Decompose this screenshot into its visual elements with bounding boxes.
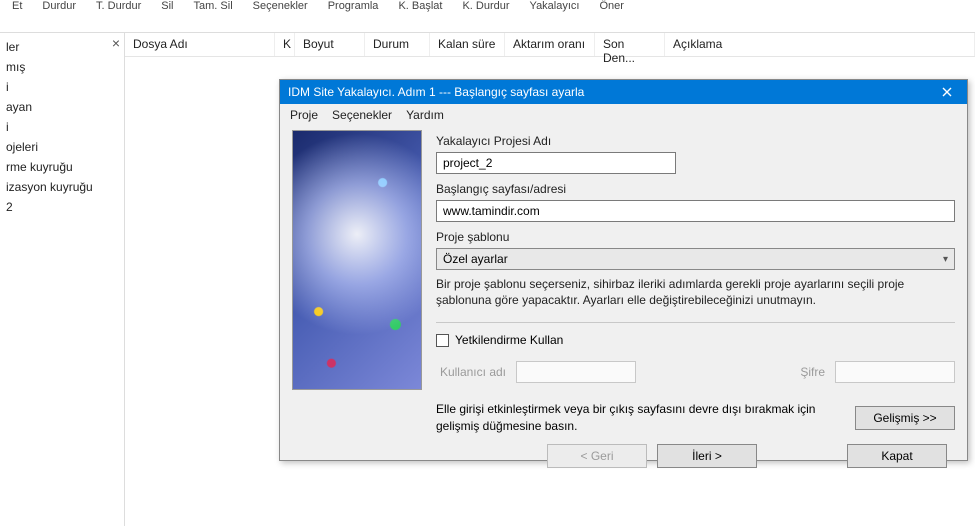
col-filename[interactable]: Dosya Adı	[125, 33, 275, 56]
template-hint: Bir proje şablonu seçerseniz, sihirbaz i…	[436, 276, 955, 308]
toolbar-item[interactable]: Seçenekler	[245, 0, 316, 12]
col-size[interactable]: Boyut	[295, 33, 365, 56]
dialog-footer: < Geri İleri > Kapat	[280, 434, 967, 482]
menu-options[interactable]: Seçenekler	[332, 108, 392, 122]
close-button[interactable]: Kapat	[847, 444, 947, 468]
sidebar-item[interactable]: mış	[0, 57, 124, 77]
dialog-titlebar[interactable]: IDM Site Yakalayıcı. Adım 1 --- Başlangı…	[280, 80, 967, 104]
advanced-button[interactable]: Gelişmiş >>	[855, 406, 955, 430]
col-last[interactable]: Son Den...	[595, 33, 665, 56]
project-name-label: Yakalayıcı Projesi Adı	[436, 134, 955, 148]
toolbar-item[interactable]: Et	[4, 0, 30, 12]
toolbar-item[interactable]: T. Durdur	[88, 0, 149, 12]
sidebar-item[interactable]: ojeleri	[0, 137, 124, 157]
toolbar-item[interactable]: Yakalayıcı	[522, 0, 588, 12]
sidebar-item[interactable]: i	[0, 77, 124, 97]
sidebar-item[interactable]: izasyon kuyruğu	[0, 177, 124, 197]
wizard-illustration	[292, 130, 422, 390]
main-toolbar: Et Durdur T. Durdur Sil Tam. Sil Seçenek…	[0, 0, 975, 33]
column-headers: Dosya Adı K Boyut Durum Kalan süre Aktar…	[125, 33, 975, 57]
dialog-menubar: Proje Seçenekler Yardım	[280, 104, 967, 126]
toolbar-item[interactable]: Öner	[591, 0, 631, 12]
dialog-title: IDM Site Yakalayıcı. Adım 1 --- Başlangı…	[288, 85, 927, 99]
col-k[interactable]: K	[275, 33, 295, 56]
category-sidebar: × ler mış i ayan i ojeleri rme kuyruğu i…	[0, 33, 125, 526]
toolbar-item[interactable]: K. Başlat	[390, 0, 450, 12]
username-input	[516, 361, 636, 383]
chevron-down-icon: ▾	[943, 254, 948, 265]
next-button[interactable]: İleri >	[657, 444, 757, 468]
template-value: Özel ayarlar	[443, 252, 508, 266]
close-icon[interactable]: ×	[112, 35, 120, 51]
grabber-wizard-dialog: IDM Site Yakalayıcı. Adım 1 --- Başlangı…	[279, 79, 968, 461]
toolbar-item[interactable]: K. Durdur	[454, 0, 517, 12]
password-input	[835, 361, 955, 383]
sidebar-item[interactable]: ayan	[0, 97, 124, 117]
sidebar-item[interactable]: rme kuyruğu	[0, 157, 124, 177]
col-rate[interactable]: Aktarım oranı	[505, 33, 595, 56]
col-remaining[interactable]: Kalan süre	[430, 33, 505, 56]
menu-project[interactable]: Proje	[290, 108, 318, 122]
sidebar-item[interactable]: ler	[0, 37, 124, 57]
username-label: Kullanıcı adı	[436, 365, 506, 379]
project-name-input[interactable]	[436, 152, 676, 174]
auth-checkbox[interactable]	[436, 334, 449, 347]
toolbar-item[interactable]: Durdur	[34, 0, 84, 12]
auth-label: Yetkilendirme Kullan	[455, 333, 563, 347]
start-page-input[interactable]	[436, 200, 955, 222]
col-status[interactable]: Durum	[365, 33, 430, 56]
start-page-label: Başlangıç sayfası/adresi	[436, 182, 955, 196]
sidebar-item[interactable]: 2	[0, 197, 124, 217]
template-select[interactable]: Özel ayarlar ▾	[436, 248, 955, 270]
sidebar-item[interactable]: i	[0, 117, 124, 137]
toolbar-item[interactable]: Sil	[153, 0, 181, 12]
password-label: Şifre	[800, 365, 825, 379]
close-icon[interactable]	[927, 80, 967, 104]
toolbar-item[interactable]: Tam. Sil	[186, 0, 241, 12]
advanced-note: Elle girişi etkinleştirmek veya bir çıkı…	[436, 401, 843, 433]
col-desc[interactable]: Açıklama	[665, 33, 975, 56]
menu-help[interactable]: Yardım	[406, 108, 444, 122]
template-label: Proje şablonu	[436, 230, 955, 244]
separator	[436, 322, 955, 323]
toolbar-item[interactable]: Programla	[320, 0, 387, 12]
back-button: < Geri	[547, 444, 647, 468]
